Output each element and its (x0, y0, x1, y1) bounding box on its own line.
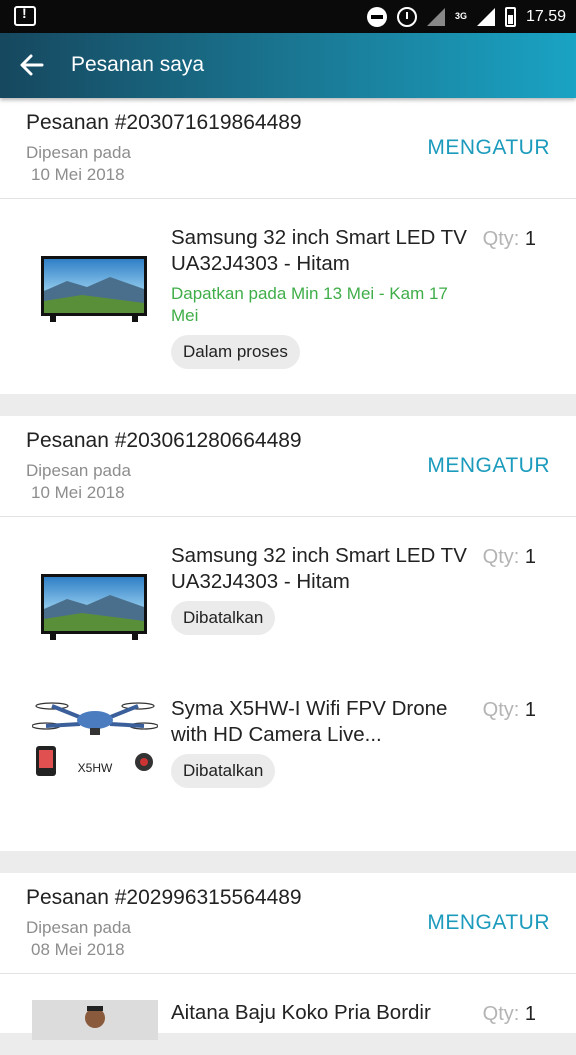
quantity-value: 1 (524, 546, 536, 568)
product-name: Samsung 32 inch Smart LED TV UA32J4303 -… (171, 544, 467, 593)
page-title: Pesanan saya (71, 53, 205, 76)
app-bar: Pesanan saya (0, 33, 576, 98)
battery-icon (504, 6, 516, 27)
order-number: Pesanan #203071619864489 (26, 111, 302, 134)
ordered-date: 10 Mei 2018 (31, 165, 125, 184)
order-status-badge: Dibatalkan (171, 601, 276, 635)
ordered-date: 10 Mei 2018 (31, 483, 125, 502)
quantity: Qty: 1 (483, 1003, 536, 1026)
ordered-on-label: Dipesan pada (26, 918, 131, 937)
order-item[interactable]: X5HW Syma X5HW-I Wifi FPV Drone with HD … (0, 670, 576, 850)
shirt-product-image (32, 1000, 158, 1040)
order-header: Pesanan #203071619864489 Dipesan pada 10… (0, 98, 576, 199)
quantity-value: 1 (524, 699, 536, 721)
manage-order-button[interactable]: MENGATUR (427, 454, 550, 478)
quantity-label: Qty: (482, 1003, 520, 1025)
network-type-label: 3G (454, 11, 467, 21)
order-number: Pesanan #202996315564489 (26, 886, 302, 909)
back-arrow-icon[interactable] (18, 51, 46, 79)
notification-alert-icon (14, 5, 36, 26)
manage-order-button[interactable]: MENGATUR (427, 911, 550, 935)
drone-product-image: X5HW (32, 702, 158, 776)
status-bar: 3G 17.59 (0, 0, 576, 33)
order-list: Pesanan #203071619864489 Dipesan pada 10… (0, 98, 576, 1055)
order-item[interactable]: Samsung 32 inch Smart LED TV UA32J4303 -… (0, 199, 576, 393)
order-item[interactable]: Samsung 32 inch Smart LED TV UA32J4303 -… (0, 517, 576, 670)
ordered-date: 08 Mei 2018 (31, 940, 125, 959)
do-not-disturb-icon (366, 6, 387, 27)
alarm-icon (396, 6, 417, 27)
signal-sim2-icon (476, 7, 495, 26)
quantity: Qty: 1 (483, 228, 536, 251)
product-name: Samsung 32 inch Smart LED TV UA32J4303 -… (171, 226, 467, 275)
order-header: Pesanan #203061280664489 Dipesan pada 10… (0, 416, 576, 517)
quantity-value: 1 (524, 1003, 536, 1025)
quantity-value: 1 (524, 228, 536, 250)
order-status-badge: Dalam proses (171, 335, 300, 369)
tv-product-image (41, 574, 147, 640)
quantity-label: Qty: (482, 546, 520, 568)
product-name: Syma X5HW-I Wifi FPV Drone with HD Camer… (171, 697, 448, 746)
quantity: Qty: 1 (483, 699, 536, 722)
signal-sim1-icon (426, 7, 445, 26)
order-number: Pesanan #203061280664489 (26, 429, 302, 452)
order-card: Pesanan #202996315564489 Dipesan pada 08… (0, 873, 576, 1040)
manage-order-button[interactable]: MENGATUR (427, 136, 550, 160)
ordered-on-label: Dipesan pada (26, 143, 131, 162)
quantity-label: Qty: (482, 699, 520, 721)
tv-product-image (41, 256, 147, 322)
order-header: Pesanan #202996315564489 Dipesan pada 08… (0, 873, 576, 974)
order-item[interactable]: Aitana Baju Koko Pria Bordir Qty: 1 (0, 974, 576, 1040)
drone-model-caption: X5HW (78, 761, 113, 775)
quantity-label: Qty: (482, 228, 520, 250)
order-status-badge: Dibatalkan (171, 754, 276, 788)
order-card: Pesanan #203061280664489 Dipesan pada 10… (0, 416, 576, 851)
clock: 17.59 (525, 7, 566, 25)
quantity: Qty: 1 (483, 546, 536, 569)
order-card: Pesanan #203071619864489 Dipesan pada 10… (0, 98, 576, 394)
product-name: Aitana Baju Koko Pria Bordir (171, 1001, 431, 1024)
delivery-estimate: Dapatkan pada Min 13 Mei - Kam 17 Mei (171, 284, 448, 325)
ordered-on-label: Dipesan pada (26, 461, 131, 480)
